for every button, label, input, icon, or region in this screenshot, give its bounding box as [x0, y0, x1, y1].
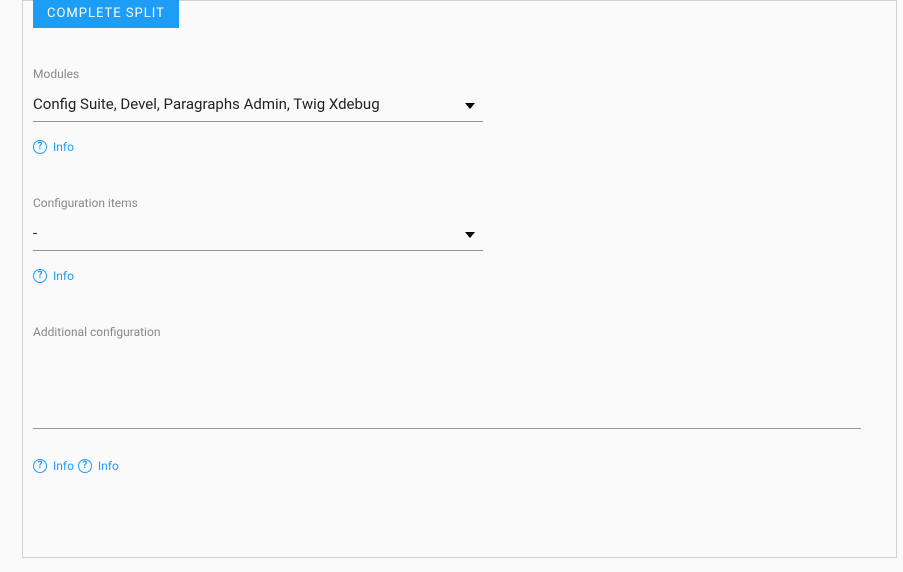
additional-config-textarea-wrapper [33, 353, 861, 429]
help-icon: ? [33, 269, 47, 283]
modules-label: Modules [33, 67, 886, 81]
config-items-select[interactable]: - [33, 224, 483, 251]
modules-select[interactable]: Config Suite, Devel, Paragraphs Admin, T… [33, 95, 483, 122]
info-link-label: Info [53, 269, 74, 283]
fieldset-content: Modules Config Suite, Devel, Paragraphs … [23, 1, 896, 493]
chevron-down-icon [465, 103, 475, 109]
modules-info-link[interactable]: ? Info [33, 140, 74, 154]
config-items-info-link[interactable]: ? Info [33, 269, 74, 283]
help-icon: ? [78, 459, 92, 473]
info-link-label: Info [98, 459, 119, 473]
chevron-down-icon [465, 232, 475, 238]
modules-select-value: Config Suite, Devel, Paragraphs Admin, T… [33, 95, 483, 115]
info-link-label: Info [53, 140, 74, 154]
additional-config-label: Additional configuration [33, 325, 886, 339]
extra-info-link[interactable]: ? Info [78, 459, 119, 473]
config-items-label: Configuration items [33, 196, 886, 210]
config-items-field-group: Configuration items - ? Info [33, 196, 886, 283]
config-items-select-value: - [33, 224, 483, 244]
help-icon: ? [33, 459, 47, 473]
additional-config-info-link[interactable]: ? Info [33, 459, 74, 473]
fieldset-legend: COMPLETE SPLIT [33, 0, 179, 28]
complete-split-fieldset: COMPLETE SPLIT Modules Config Suite, Dev… [22, 0, 897, 558]
info-link-label: Info [53, 459, 74, 473]
help-icon: ? [33, 140, 47, 154]
additional-config-textarea[interactable] [33, 353, 861, 423]
additional-config-field-group: Additional configuration ? Info ? Info [33, 325, 886, 473]
modules-field-group: Modules Config Suite, Devel, Paragraphs … [33, 67, 886, 154]
